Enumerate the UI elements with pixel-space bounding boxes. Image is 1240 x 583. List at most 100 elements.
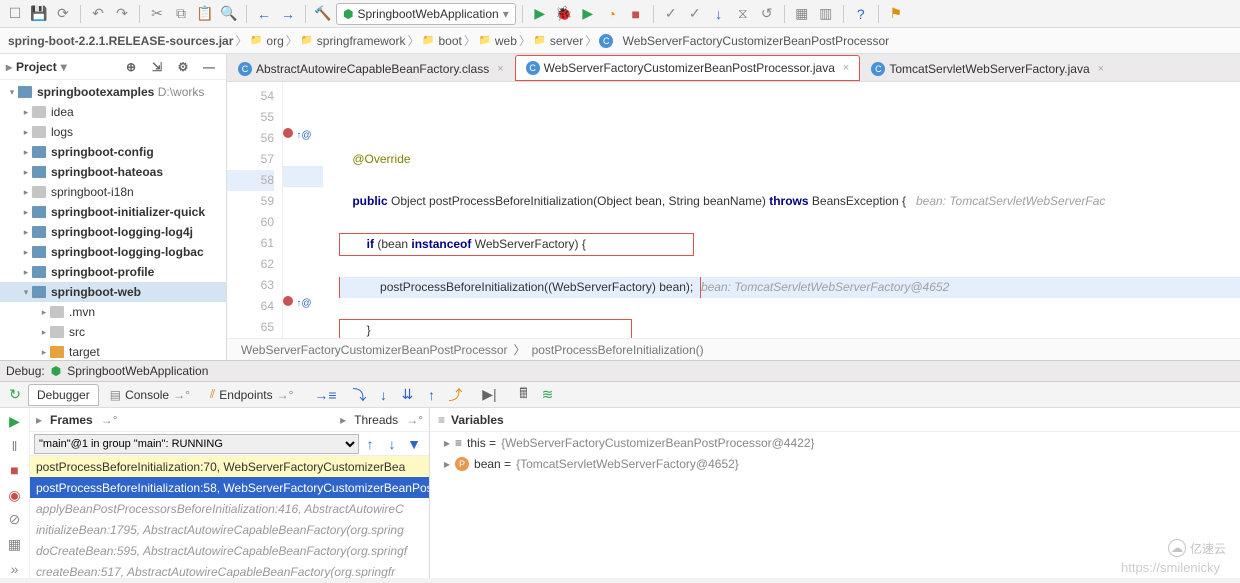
mute-bp-icon[interactable]: ⊘ bbox=[4, 510, 26, 529]
tree-item[interactable]: ▸target bbox=[0, 342, 226, 360]
cut-icon[interactable]: ✂ bbox=[146, 3, 168, 25]
history-icon[interactable]: ⧖ bbox=[732, 3, 754, 25]
tree-item[interactable]: ▸springboot-logging-logbac bbox=[0, 242, 226, 262]
tree-item[interactable]: ▸springboot-i18n bbox=[0, 182, 226, 202]
tree-item[interactable]: ▸idea bbox=[0, 102, 226, 122]
tree-item[interactable]: ▸logs bbox=[0, 122, 226, 142]
tree-item[interactable]: ▸springboot-hateoas bbox=[0, 162, 226, 182]
hide-icon[interactable]: — bbox=[198, 56, 220, 78]
filter-icon[interactable]: ▼ bbox=[403, 433, 425, 455]
tab-webserver-processor[interactable]: CWebServerFactoryCustomizerBeanPostProce… bbox=[515, 55, 861, 81]
frame-list[interactable]: postProcessBeforeInitialization:70, WebS… bbox=[30, 456, 429, 578]
settings-icon[interactable]: ▥ bbox=[815, 3, 837, 25]
step-expr-icon[interactable]: →≡ bbox=[314, 384, 336, 406]
variable-row[interactable]: ▸≡ this = {WebServerFactoryCustomizerBea… bbox=[430, 432, 1240, 453]
open-icon[interactable]: ☐ bbox=[4, 3, 26, 25]
bc-class[interactable]: C WebServerFactoryCustomizerBeanPostProc… bbox=[599, 34, 889, 48]
vcs2-icon[interactable]: ✓ bbox=[684, 3, 706, 25]
find-icon[interactable]: 🔍 bbox=[218, 3, 240, 25]
stop-icon[interactable]: ■ bbox=[625, 3, 647, 25]
collapse-icon[interactable]: ⇲ bbox=[146, 56, 168, 78]
bc-jar[interactable]: spring-boot-2.2.1.RELEASE-sources.jar bbox=[8, 34, 233, 48]
tab-abstract-bean-factory[interactable]: CAbstractAutowireCapableBeanFactory.clas… bbox=[227, 55, 515, 81]
crumb-method[interactable]: postProcessBeforeInitialization() bbox=[532, 343, 704, 357]
breakpoint-icon[interactable] bbox=[283, 296, 293, 306]
project-tree[interactable]: ▾springbootexamples D:\works ▸idea ▸logs… bbox=[0, 80, 226, 360]
structure-icon[interactable]: ▦ bbox=[791, 3, 813, 25]
tip-icon[interactable]: ⚑ bbox=[885, 3, 907, 25]
paste-icon[interactable]: 📋 bbox=[194, 3, 216, 25]
tree-item[interactable]: ▸springboot-initializer-quick bbox=[0, 202, 226, 222]
coverage-icon[interactable]: ▶ bbox=[577, 3, 599, 25]
tab-endpoints[interactable]: ⫽Endpoints→° bbox=[201, 384, 303, 406]
bc-pkg1[interactable]: 📁org bbox=[249, 34, 283, 48]
redo-icon[interactable]: ↷ bbox=[111, 3, 133, 25]
copy-icon[interactable]: ⧉ bbox=[170, 3, 192, 25]
step-out-icon[interactable]: ↑ bbox=[420, 384, 442, 406]
force-step-into-icon[interactable]: ⇊ bbox=[396, 384, 418, 406]
debug-icon[interactable]: 🐞 bbox=[553, 3, 575, 25]
save-icon[interactable]: 💾 bbox=[28, 3, 50, 25]
refresh-icon[interactable]: ⟳ bbox=[52, 3, 74, 25]
resume-icon[interactable]: ▶ bbox=[4, 412, 26, 431]
tab-debugger[interactable]: Debugger bbox=[28, 384, 99, 406]
forward-icon[interactable]: → bbox=[277, 3, 299, 25]
drop-frame-icon[interactable]: ⤴ bbox=[444, 384, 466, 406]
gear-icon[interactable]: ⚙ bbox=[172, 56, 194, 78]
trace-icon[interactable]: ≋ bbox=[536, 384, 558, 406]
back-icon[interactable]: ← bbox=[253, 3, 275, 25]
bc-pkg3[interactable]: 📁boot bbox=[421, 34, 461, 48]
scroll-from-source-icon[interactable]: ⊕ bbox=[120, 56, 142, 78]
run-to-cursor-icon[interactable]: ▶| bbox=[478, 384, 500, 406]
threads-label[interactable]: Threads bbox=[354, 413, 398, 427]
settings-icon[interactable]: » bbox=[4, 559, 26, 578]
tree-item[interactable]: ▸springboot-config bbox=[0, 142, 226, 162]
bc-pkg4[interactable]: 📁web bbox=[478, 34, 517, 48]
build-icon[interactable]: 🔨 bbox=[312, 3, 334, 25]
tree-item[interactable]: ▸.mvn bbox=[0, 302, 226, 322]
rerun-icon[interactable]: ↻ bbox=[4, 384, 26, 406]
run-icon[interactable]: ▶ bbox=[529, 3, 551, 25]
tree-item[interactable]: ▾springboot-web bbox=[0, 282, 226, 302]
close-icon[interactable]: × bbox=[1098, 63, 1104, 75]
close-icon[interactable]: × bbox=[843, 62, 849, 74]
next-frame-icon[interactable]: ↓ bbox=[381, 433, 403, 455]
bc-pkg5[interactable]: 📁server bbox=[533, 34, 583, 48]
frame-row[interactable]: doCreateBean:595, AbstractAutowireCapabl… bbox=[30, 540, 429, 561]
breakpoints-icon[interactable]: ◉ bbox=[4, 486, 26, 505]
tab-console[interactable]: ▤Console→° bbox=[101, 384, 199, 406]
tree-root[interactable]: ▾springbootexamples D:\works bbox=[0, 82, 226, 102]
vcs1-icon[interactable]: ✓ bbox=[660, 3, 682, 25]
breakpoint-icon[interactable] bbox=[283, 128, 293, 138]
layout-icon[interactable]: ▦ bbox=[4, 535, 26, 554]
code-body[interactable]: @Override public Object postProcessBefor… bbox=[323, 82, 1240, 338]
tree-item[interactable]: ▸springboot-profile bbox=[0, 262, 226, 282]
frame-row[interactable]: applyBeanPostProcessorsBeforeInitializat… bbox=[30, 498, 429, 519]
step-over-icon[interactable]: ⤵ bbox=[348, 384, 370, 406]
override-icon[interactable]: ↑@ bbox=[296, 130, 311, 141]
frame-row[interactable]: postProcessBeforeInitialization:70, WebS… bbox=[30, 456, 429, 477]
frame-row[interactable]: initializeBean:1795, AbstractAutowireCap… bbox=[30, 519, 429, 540]
code-editor[interactable]: 5455 56 57 58 5960616263 64 65 ↑@ ↑@ @Ov… bbox=[227, 82, 1240, 338]
tab-tomcat-factory[interactable]: CTomcatServletWebServerFactory.java× bbox=[860, 55, 1115, 81]
frame-row[interactable]: createBean:517, AbstractAutowireCapableB… bbox=[30, 561, 429, 578]
bc-pkg2[interactable]: 📁springframework bbox=[300, 34, 406, 48]
thread-select[interactable]: "main"@1 in group "main": RUNNING bbox=[34, 434, 359, 454]
profile-icon[interactable]: ◔ bbox=[601, 3, 623, 25]
pause-icon[interactable]: ‖ bbox=[4, 437, 26, 456]
variables-list[interactable]: ▸≡ this = {WebServerFactoryCustomizerBea… bbox=[430, 432, 1240, 474]
step-into-icon[interactable]: ↓ bbox=[372, 384, 394, 406]
update-icon[interactable]: ↓ bbox=[708, 3, 730, 25]
run-config-select[interactable]: ⬢ SpringbootWebApplication ▾ bbox=[336, 3, 516, 25]
crumb-class[interactable]: WebServerFactoryCustomizerBeanPostProces… bbox=[241, 343, 508, 357]
stop-icon[interactable]: ■ bbox=[4, 461, 26, 480]
undo-icon[interactable]: ↶ bbox=[87, 3, 109, 25]
override-icon[interactable]: ↑@ bbox=[296, 298, 311, 309]
revert-icon[interactable]: ↺ bbox=[756, 3, 778, 25]
frame-row[interactable]: postProcessBeforeInitialization:58, WebS… bbox=[30, 477, 429, 498]
help-icon[interactable]: ? bbox=[850, 3, 872, 25]
close-icon[interactable]: × bbox=[497, 63, 503, 75]
variable-row[interactable]: ▸P bean = {TomcatServletWebServerFactory… bbox=[430, 453, 1240, 474]
project-tab-icon[interactable]: ▸ bbox=[6, 60, 12, 74]
tree-item[interactable]: ▸springboot-logging-log4j bbox=[0, 222, 226, 242]
